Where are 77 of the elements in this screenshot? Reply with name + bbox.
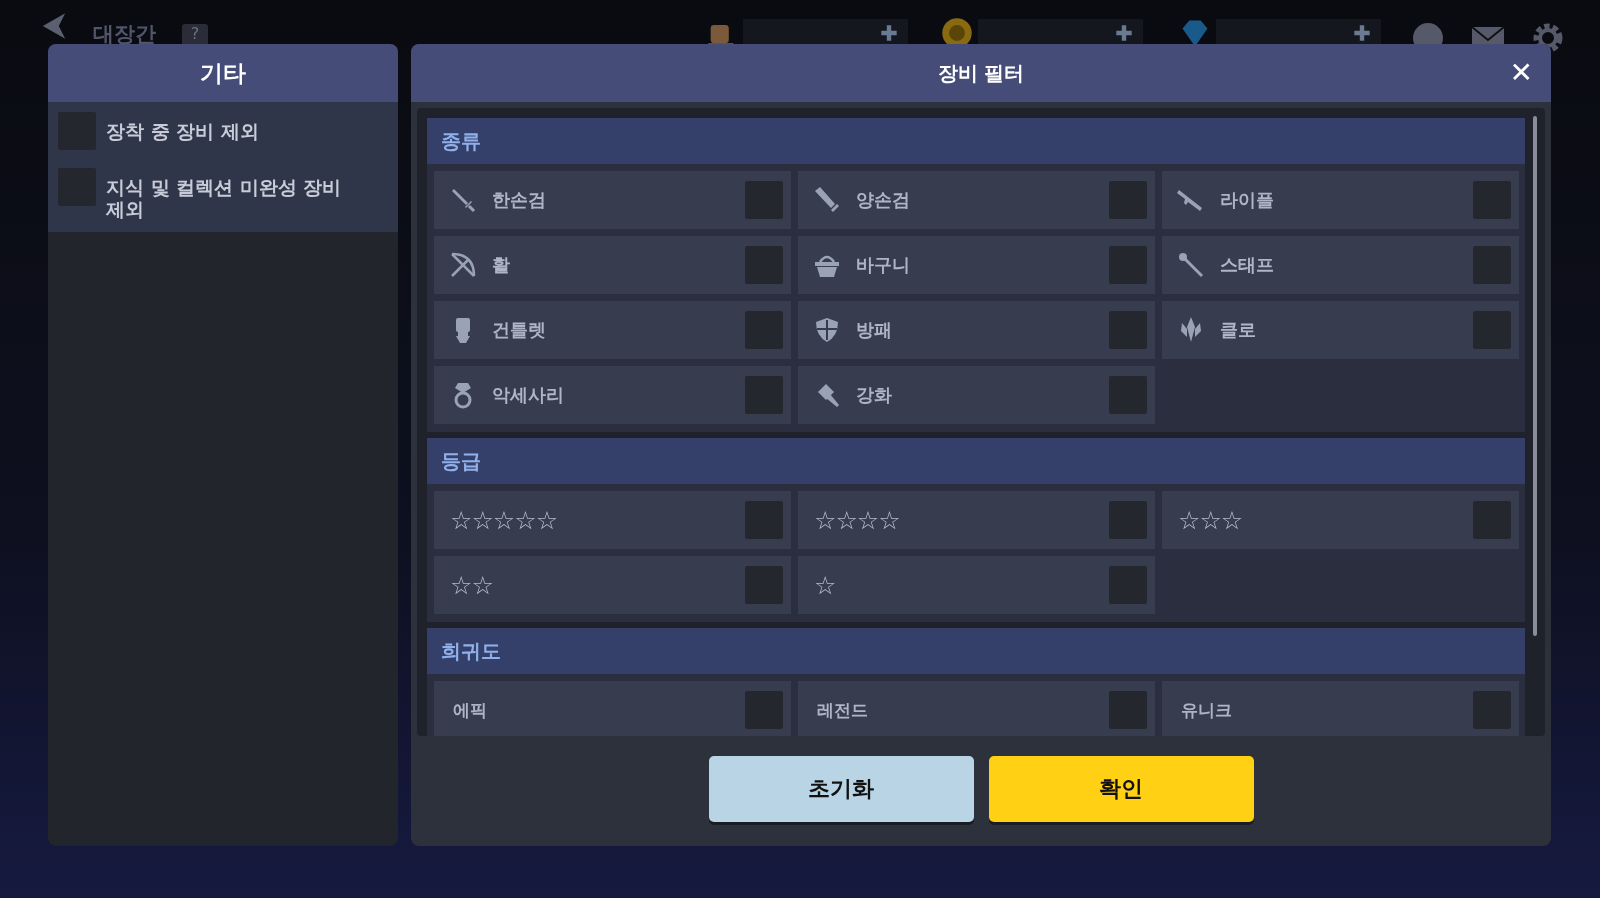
option-label: 건틀렛 [492, 318, 547, 342]
checkbox[interactable] [745, 181, 783, 219]
checkbox[interactable] [58, 168, 96, 206]
plus-icon[interactable] [1351, 22, 1373, 44]
checkbox[interactable] [745, 566, 783, 604]
option-label: 양손검 [856, 188, 911, 212]
plus-icon[interactable] [1113, 22, 1135, 44]
filter-option[interactable]: ☆ [798, 556, 1155, 614]
reset-button[interactable]: 초기화 [708, 756, 974, 822]
checkbox[interactable] [1109, 691, 1147, 729]
filter-option[interactable]: 방패 [798, 301, 1155, 359]
checkbox[interactable] [1109, 246, 1147, 284]
section-title: 희귀도 [441, 637, 501, 665]
option-label: 레전드 [817, 698, 869, 722]
dialog-title: 장비 필터 [937, 59, 1025, 87]
checkbox[interactable] [745, 691, 783, 729]
checkbox[interactable] [1109, 501, 1147, 539]
filter-option[interactable]: 악세사리 [434, 366, 791, 424]
grade-stars: ☆☆☆ [1178, 505, 1243, 535]
screen-title: 대장간 [93, 21, 156, 48]
option-label: 유니크 [1181, 698, 1233, 722]
checkbox[interactable] [1473, 246, 1511, 284]
option-label: 스태프 [1220, 253, 1275, 277]
plus-icon[interactable] [878, 22, 900, 44]
checkbox[interactable] [745, 311, 783, 349]
filter-option[interactable]: 유니크 [1162, 681, 1519, 736]
option-label: 지식 및 컬렉션 미완성 장비 제외 [106, 175, 343, 220]
option-label: 에픽 [453, 698, 488, 722]
grade-stars: ☆ [814, 570, 836, 600]
option-label: 한손검 [492, 188, 547, 212]
option-label: 라이플 [1220, 188, 1275, 212]
option-label: 악세사리 [492, 383, 565, 407]
filter-option[interactable]: 건틀렛 [434, 301, 791, 359]
checkbox[interactable] [1473, 691, 1511, 729]
checkbox[interactable] [1109, 311, 1147, 349]
option-label: 바구니 [856, 253, 911, 277]
option-label: 방패 [856, 318, 893, 342]
option-label: 장착 중 장비 제외 [106, 119, 260, 142]
filter-option[interactable]: 클로 [1162, 301, 1519, 359]
grade-stars: ☆☆☆☆☆ [450, 505, 558, 535]
filter-option[interactable]: 레전드 [798, 681, 1155, 736]
filter-option[interactable]: 라이플 [1162, 171, 1519, 229]
filter-option[interactable]: 바구니 [798, 236, 1155, 294]
checkbox[interactable] [745, 246, 783, 284]
filter-option[interactable]: 스태프 [1162, 236, 1519, 294]
staff-icon [1176, 250, 1206, 280]
checkbox[interactable] [1109, 376, 1147, 414]
filter-option[interactable]: ☆☆☆ [1162, 491, 1519, 549]
checkbox[interactable] [745, 501, 783, 539]
scrollbar[interactable] [1533, 116, 1537, 636]
broadsword-icon [812, 185, 842, 215]
section-title: 종류 [441, 127, 481, 155]
panel-title: 기타 [200, 58, 246, 88]
option-label: 클로 [1220, 318, 1257, 342]
confirm-button[interactable]: 확인 [988, 756, 1254, 822]
filter-option[interactable]: ☆☆☆☆☆ [434, 491, 791, 549]
checkbox[interactable] [1109, 181, 1147, 219]
filter-option[interactable]: 강화 [798, 366, 1155, 424]
checkbox[interactable] [1473, 181, 1511, 219]
checkbox[interactable] [58, 112, 96, 150]
filter-option[interactable]: ☆☆ [434, 556, 791, 614]
checkbox[interactable] [745, 376, 783, 414]
help-button[interactable]: ? [182, 24, 208, 46]
close-button[interactable]: ✕ [1505, 56, 1537, 89]
checkbox[interactable] [1473, 501, 1511, 539]
checkbox[interactable] [1109, 566, 1147, 604]
grade-stars: ☆☆ [450, 570, 493, 600]
checkbox[interactable] [1473, 311, 1511, 349]
option-label: 활 [492, 253, 511, 277]
filter-option[interactable]: 활 [434, 236, 791, 294]
grade-stars: ☆☆☆☆ [814, 505, 900, 535]
filter-option[interactable]: 에픽 [434, 681, 791, 736]
filter-option[interactable]: 한손검 [434, 171, 791, 229]
filter-option[interactable]: 양손검 [798, 171, 1155, 229]
section-title: 등급 [441, 447, 481, 475]
filter-option[interactable]: ☆☆☆☆ [798, 491, 1155, 549]
option-label: 강화 [856, 383, 893, 407]
